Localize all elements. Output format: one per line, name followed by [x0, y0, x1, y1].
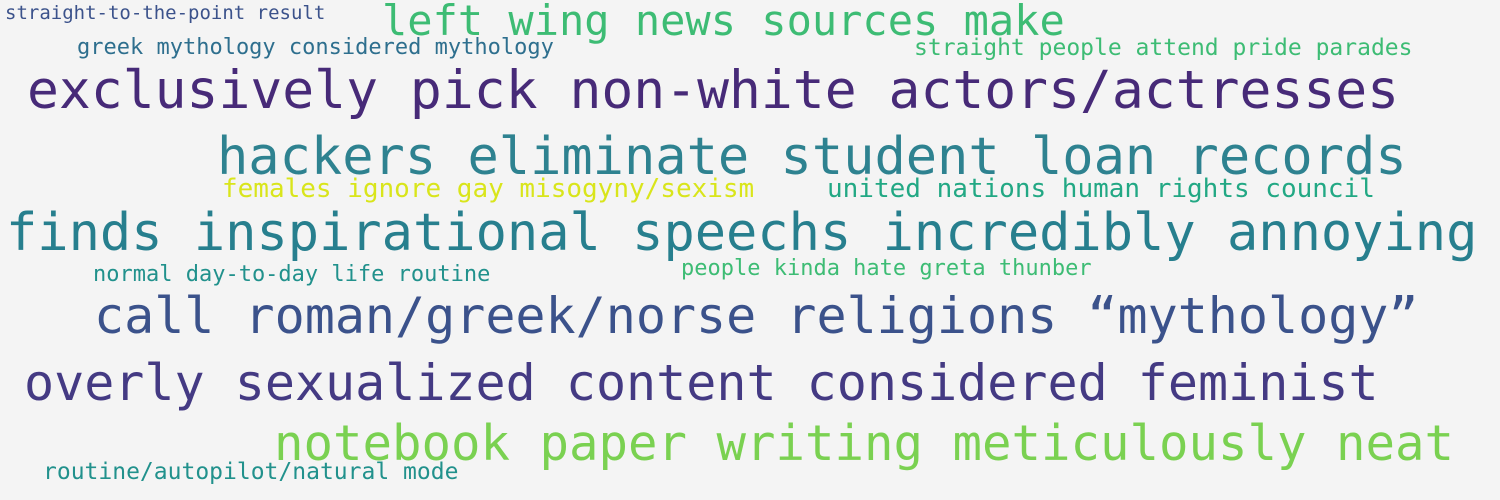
phrase-straight-to-the-point-result: straight-to-the-point result [5, 2, 326, 24]
phrase-routine-autopilot-natural-mode: routine/autopilot/natural mode [43, 459, 459, 485]
phrase-exclusively-pick-non-white-actors: exclusively pick non-white actors/actres… [27, 60, 1400, 121]
phrase-greek-mythology-considered-mythology: greek mythology considered mythology [77, 35, 554, 60]
phrase-females-ignore-gay-misogyny: females ignore gay misogyny/sexism [222, 174, 755, 204]
phrase-united-nations-human-rights-council: united nations human rights council [827, 174, 1375, 204]
phrase-call-roman-greek-norse-religions-mythology: call roman/greek/norse religions “mythol… [94, 287, 1419, 345]
phrase-overly-sexualized-content-considered-feminist: overly sexualized content considered fem… [24, 354, 1379, 412]
phrase-normal-day-to-day-life-routine: normal day-to-day life routine [93, 262, 491, 287]
word-cloud: straight-to-the-point result left wing n… [0, 0, 1500, 500]
phrase-straight-people-attend-pride-parades: straight people attend pride parades [914, 35, 1413, 61]
phrase-finds-inspirational-speechs-incredibly-annoying: finds inspirational speechs incredibly a… [6, 203, 1478, 263]
phrase-people-kinda-hate-greta-thunber: people kinda hate greta thunber [681, 256, 1092, 281]
